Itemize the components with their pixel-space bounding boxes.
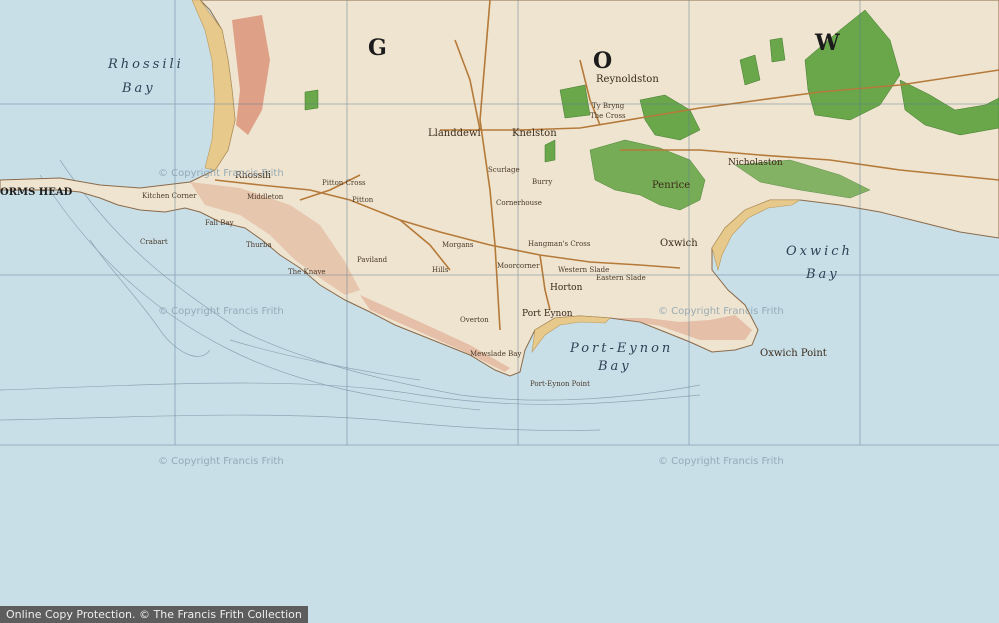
watermark-5: © Copyright Francis Frith	[658, 456, 784, 467]
historic-os-map: G O W Rhossili Bay Oxwich Bay Port-Eynon…	[0, 0, 999, 623]
bay-label-oxwich-line-2: Bay	[805, 267, 840, 282]
copy-protection-footer: Online Copy Protection. © The Francis Fr…	[0, 606, 308, 623]
place-burry: Burry	[532, 178, 552, 186]
place-cornerhouse: Cornerhouse	[496, 199, 542, 207]
place-oxwich-point: Oxwich Point	[760, 348, 827, 359]
sheet-letter-o: O	[593, 48, 612, 74]
place-the-cross: The Cross	[590, 112, 626, 120]
watermark-2: © Copyright Francis Frith	[158, 306, 284, 317]
place-scurlage: Scurlage	[488, 166, 520, 174]
watermark-4: © Copyright Francis Frith	[158, 456, 284, 467]
place-moorcorner: Moorcorner	[497, 262, 540, 270]
place-pitton-cross: Pitton Cross	[322, 179, 366, 187]
place-thurba: Thurba	[246, 241, 272, 249]
place-pitton: Pitton	[352, 196, 374, 204]
watermark-1: © Copyright Francis Frith	[158, 168, 284, 179]
place-hills: Hills	[432, 266, 449, 274]
place-port-eynon-point: Port-Eynon Point	[530, 380, 590, 388]
place-middleton: Middleton	[247, 193, 284, 201]
sheet-letter-w: W	[814, 30, 840, 56]
bay-label-port-eynon-line-1: Port-Eynon	[569, 341, 673, 356]
place-worms-head: ORMS HEAD	[0, 187, 73, 198]
place-horton: Horton	[550, 283, 583, 293]
place-penrice: Penrice	[652, 180, 690, 191]
place-port-eynon: Port Eynon	[522, 309, 573, 319]
place-nicholaston: Nicholaston	[728, 158, 783, 168]
place-crabart: Crabart	[140, 238, 168, 246]
place-the-knave: The Knave	[288, 268, 326, 276]
place-oxwich: Oxwich	[660, 238, 698, 249]
sheet-letter-g: G	[368, 35, 387, 61]
place-paviland: Paviland	[357, 256, 388, 264]
place-llanddewi: Llanddewi	[428, 128, 481, 139]
place-knelston: Knelston	[512, 128, 557, 139]
place-kitchen-corner: Kitchen Corner	[142, 192, 197, 200]
place-mewslade-bay: Mewslade Bay	[470, 350, 521, 358]
place-morgans: Morgans	[442, 241, 474, 249]
place-western-slade: Western Slade	[558, 266, 609, 274]
bay-label-rhossili-line-2: Bay	[121, 81, 156, 96]
place-fall-bay: Fall Bay	[205, 219, 234, 227]
place-hangmans-cross: Hangman's Cross	[528, 240, 591, 248]
watermark-3: © Copyright Francis Frith	[658, 306, 784, 317]
bay-label-rhossili-line-1: Rhossili	[107, 57, 184, 72]
bay-label-port-eynon-line-2: Bay	[597, 359, 632, 374]
place-ty-bryng: Ty Bryng	[592, 102, 625, 110]
bay-label-oxwich-line-1: Oxwich	[786, 244, 853, 259]
place-eastern-slade: Eastern Slade	[596, 274, 646, 282]
place-overton: Overton	[460, 316, 489, 324]
place-reynoldston: Reynoldston	[596, 74, 659, 85]
